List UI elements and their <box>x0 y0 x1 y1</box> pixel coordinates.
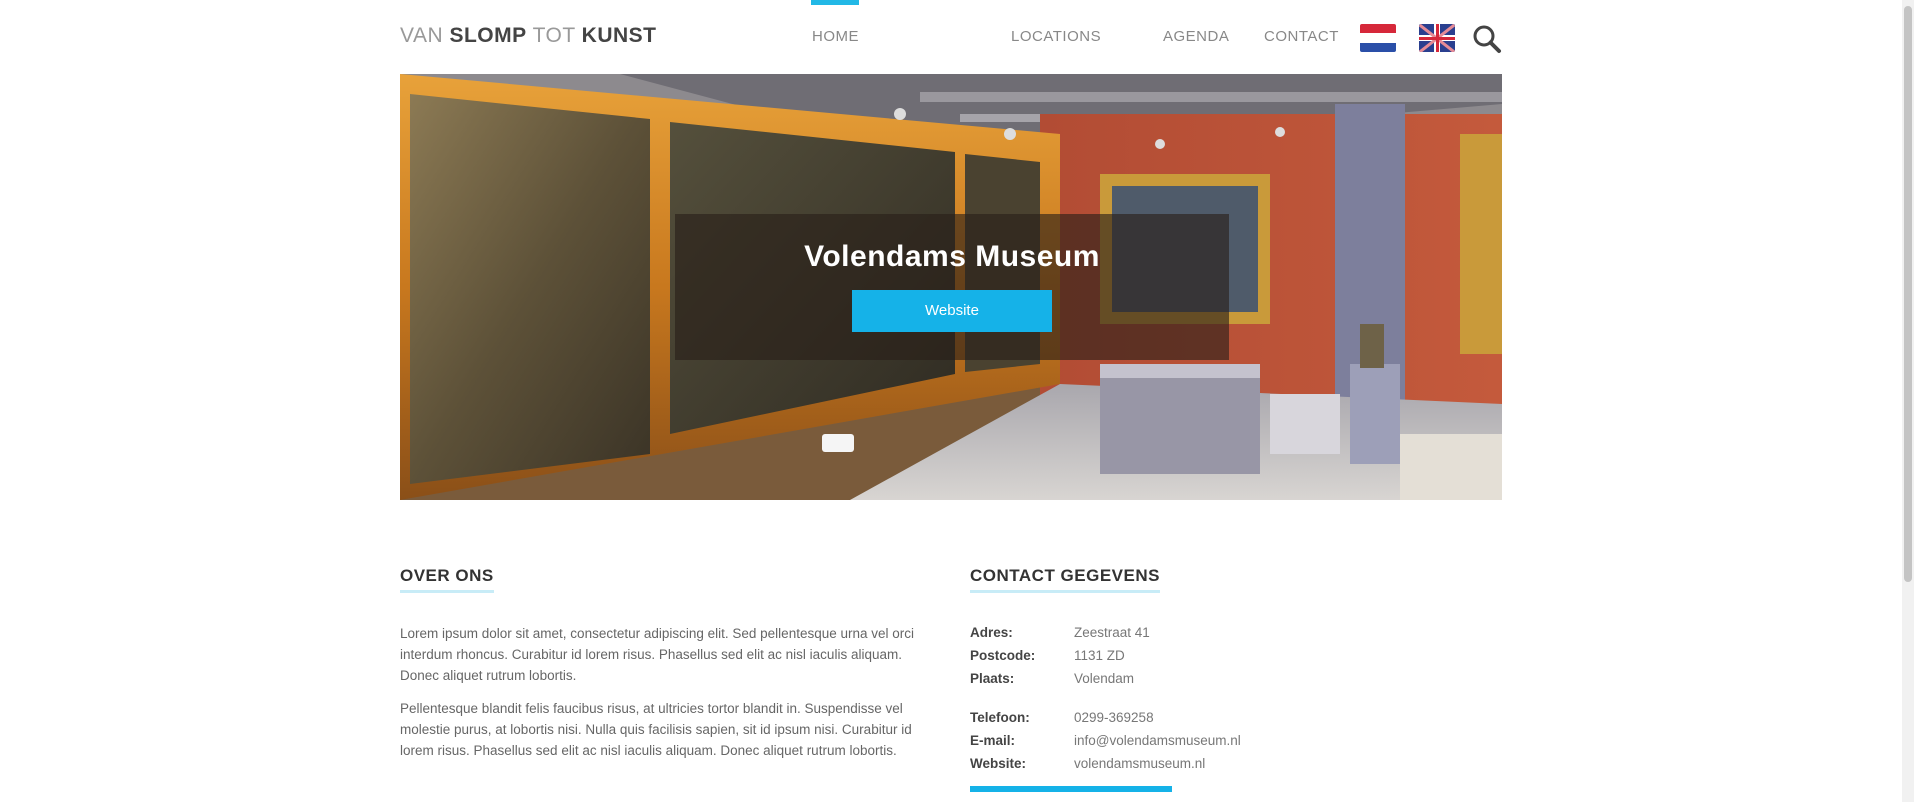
nav-agenda[interactable]: AGENDA <box>1163 0 1229 74</box>
dutch-flag-icon[interactable] <box>1360 24 1396 52</box>
contact-value: 1131 ZD <box>1074 648 1125 663</box>
accent-bar <box>970 786 1172 792</box>
website-button[interactable]: Website <box>852 290 1052 332</box>
about-heading: OVER ONS <box>400 566 494 593</box>
contact-heading: CONTACT GEGEVENS <box>970 566 1160 593</box>
nav-contact[interactable]: CONTACT <box>1264 0 1339 74</box>
site-header: VAN SLOMP TOT KUNST HOME LOCATIONS AGEND… <box>400 0 1502 74</box>
contact-row: Postcode: 1131 ZD <box>970 644 1502 667</box>
contact-section: CONTACT GEGEVENS Adres: Zeestraat 41 Pos… <box>970 566 1502 792</box>
contact-details: Adres: Zeestraat 41 Postcode: 1131 ZD Pl… <box>970 621 1502 775</box>
contact-value[interactable]: info@volendamsmuseum.nl <box>1074 729 1241 752</box>
contact-label: Plaats: <box>970 671 1015 686</box>
hero-slider: Volendams Museum Website <box>400 74 1502 500</box>
contact-value: Volendam <box>1074 671 1135 686</box>
contact-value[interactable]: 0299-369258 <box>1074 706 1154 729</box>
scrollbar[interactable] <box>1902 0 1914 802</box>
contact-label: Telefoon: <box>970 710 1030 725</box>
search-icon[interactable] <box>1472 24 1502 54</box>
contact-row: Adres: Zeestraat 41 <box>970 621 1502 644</box>
contact-label: Postcode: <box>970 648 1036 663</box>
contact-label: Website: <box>970 756 1027 771</box>
contact-row: E-mail: info@volendamsmuseum.nl <box>970 729 1502 752</box>
english-flag-icon[interactable] <box>1419 24 1455 52</box>
nav-locaties[interactable]: LOCATIONS <box>1011 0 1101 74</box>
contact-row: Plaats: Volendam <box>970 667 1502 690</box>
slider-indicator[interactable] <box>822 434 854 452</box>
scrollbar-thumb[interactable] <box>1904 6 1912 582</box>
contact-value: Zeestraat 41 <box>1074 625 1150 640</box>
about-paragraph-2: Pellentesque blandit felis faucibus risu… <box>400 701 912 758</box>
about-paragraph-1: Lorem ipsum dolor sit amet, consectetur … <box>400 626 915 683</box>
contact-row: Telefoon: 0299-369258 <box>970 706 1502 729</box>
page: VAN SLOMP TOT KUNST HOME LOCATIONS AGEND… <box>400 0 1502 802</box>
about-section: OVER ONS Lorem ipsum dolor sit amet, con… <box>400 566 930 761</box>
contact-label: Adres: <box>970 625 1013 640</box>
contact-row: Website: volendamsmuseum.nl <box>970 752 1502 775</box>
hero-caption-box: Volendams Museum Website <box>675 214 1229 360</box>
contact-label: E-mail: <box>970 733 1016 748</box>
hero-title: Volendams Museum <box>804 240 1100 273</box>
nav-home[interactable]: HOME <box>811 0 859 74</box>
main-nav: HOME LOCATIONS AGENDA CONTACT <box>400 0 1502 74</box>
contact-value[interactable]: volendamsmuseum.nl <box>1074 752 1205 775</box>
